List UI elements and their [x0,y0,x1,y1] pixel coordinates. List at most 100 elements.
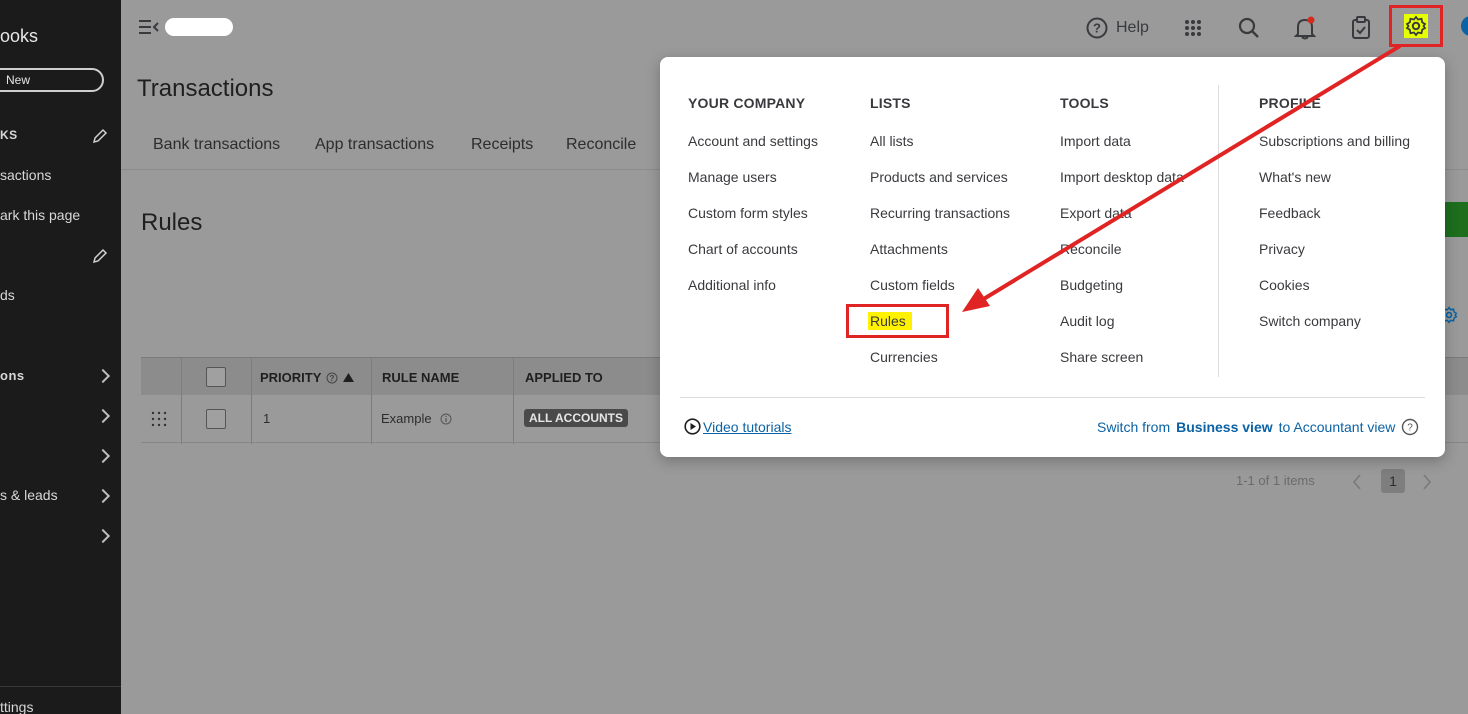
row-rule-name: Example [381,411,432,426]
svg-text:?: ? [1408,423,1414,434]
pencil-icon[interactable] [92,248,108,264]
sidebar-item-customers-leads[interactable]: s & leads [0,487,58,503]
company-name-redacted [165,18,233,36]
search-icon[interactable] [1235,14,1263,42]
section-title: Rules [141,209,203,236]
sidebar-item-dashboards[interactable]: ds [0,287,15,303]
info-icon: ? [326,372,338,383]
clipboard-icon[interactable] [1347,14,1375,42]
drag-handle-icon[interactable] [151,411,167,427]
menu-item-switch-company[interactable]: Switch company [1259,313,1410,349]
sidebar-item-settings[interactable]: ttings [0,686,121,714]
menu-item-recurring-transactions[interactable]: Recurring transactions [870,205,1010,241]
switch-business-view: Business view [1176,419,1273,435]
help-label: Help [1116,19,1149,36]
menu-item-attachments[interactable]: Attachments [870,241,1010,277]
column-header-priority[interactable]: PRIORITY ? [260,370,355,385]
menu-column-tools: TOOLS Import data Import desktop data Ex… [1060,95,1184,385]
pagination-text: 1-1 of 1 items [1236,473,1315,488]
sidebar-section-menu: ons [0,368,25,383]
new-button[interactable]: New [0,68,104,92]
svg-text:?: ? [330,374,335,383]
menu-item-reconcile[interactable]: Reconcile [1060,241,1184,277]
brand-name: ooks [0,26,39,46]
question-circle-icon: ? [1086,17,1108,39]
chevron-right-icon[interactable] [95,488,111,504]
tab-receipts[interactable]: Receipts [471,136,533,154]
menu-item-feedback[interactable]: Feedback [1259,205,1410,241]
notification-bell-icon[interactable] [1291,14,1319,42]
menu-item-cookies[interactable]: Cookies [1259,277,1410,313]
menu-collapse-icon[interactable] [139,19,159,35]
row-priority: 1 [263,411,271,426]
tab-app-transactions[interactable]: App transactions [315,136,434,154]
menu-item-products-services[interactable]: Products and services [870,169,1010,205]
row-rule-name-cell: Example [381,411,452,426]
left-sidebar: ooks New KS sactions ark this page ds on… [0,0,121,714]
menu-item-custom-form-styles[interactable]: Custom form styles [688,205,818,241]
menu-item-subscriptions-billing[interactable]: Subscriptions and billing [1259,133,1410,169]
row-checkbox[interactable] [206,409,226,429]
sort-ascending-icon[interactable] [343,373,355,382]
menu-item-account-settings[interactable]: Account and settings [688,133,818,169]
svg-text:?: ? [1093,21,1101,36]
menu-footer-divider [680,397,1425,398]
menu-item-budgeting[interactable]: Budgeting [1060,277,1184,313]
menu-item-audit-log[interactable]: Audit log [1060,313,1184,349]
column-header-applied-to[interactable]: APPLIED TO [525,370,603,385]
menu-item-all-lists[interactable]: All lists [870,133,1010,169]
switch-view-link[interactable]: Switch from Business view to Accountant … [1097,418,1419,436]
menu-column-lists: LISTS All lists Products and services Re… [868,95,1010,385]
avatar[interactable] [1461,16,1468,36]
menu-column-title: YOUR COMPANY [688,95,806,111]
gear-icon[interactable] [1405,15,1427,37]
tab-reconcile[interactable]: Reconcile [566,136,636,154]
chevron-right-icon[interactable] [95,448,111,464]
menu-item-privacy[interactable]: Privacy [1259,241,1410,277]
chevron-right-icon[interactable] [95,368,111,384]
menu-column-title: TOOLS [1060,95,1109,111]
menu-item-additional-info[interactable]: Additional info [688,277,818,313]
play-circle-icon [684,418,701,435]
chevron-right-icon[interactable] [95,528,111,544]
menu-column-title: LISTS [870,95,911,111]
menu-item-chart-of-accounts[interactable]: Chart of accounts [688,241,818,277]
help-button[interactable]: ? Help [1086,17,1149,39]
apps-grid-icon[interactable] [1179,14,1207,42]
menu-column-your-company: YOUR COMPANY Account and settings Manage… [688,95,818,313]
column-header-rule-name[interactable]: RULE NAME [382,370,459,385]
settings-gear-annotation-box [1389,5,1443,47]
chevron-right-icon[interactable] [95,408,111,424]
menu-column-profile: PROFILE Subscriptions and billing What's… [1259,95,1410,349]
current-page[interactable]: 1 [1381,469,1405,493]
menu-item-whats-new[interactable]: What's new [1259,169,1410,205]
menu-item-share-screen[interactable]: Share screen [1060,349,1184,385]
info-icon[interactable] [440,413,452,425]
switch-prefix: Switch from [1097,419,1171,435]
priority-header-label: PRIORITY [260,370,322,385]
previous-page-icon[interactable] [1352,474,1362,490]
menu-column-title: PROFILE [1259,95,1322,111]
sidebar-item-bookmark-page[interactable]: ark this page [0,207,80,223]
tab-bank-transactions[interactable]: Bank transactions [153,136,280,154]
switch-to-accountant: to Accountant view [1278,419,1396,435]
page-title: Transactions [137,75,274,102]
pencil-icon[interactable] [92,128,108,144]
video-tutorials-link[interactable]: Video tutorials [684,418,791,435]
menu-item-export-data[interactable]: Export data [1060,205,1184,241]
pagination-summary: 1-1 of 1 items [1236,473,1315,488]
rules-annotation-box [846,304,949,338]
question-circle-icon[interactable]: ? [1401,418,1419,436]
menu-item-import-data[interactable]: Import data [1060,133,1184,169]
menu-item-manage-users[interactable]: Manage users [688,169,818,205]
next-page-icon[interactable] [1422,474,1432,490]
sidebar-item-transactions[interactable]: sactions [0,167,51,183]
menu-item-import-desktop-data[interactable]: Import desktop data [1060,169,1184,205]
menu-item-currencies[interactable]: Currencies [870,349,1010,385]
sidebar-section-bookmarks: KS [0,128,18,142]
menu-divider [1218,85,1219,377]
video-tutorials-label: Video tutorials [703,418,792,435]
select-all-checkbox[interactable] [206,367,226,387]
applied-to-badge: ALL ACCOUNTS [524,409,628,427]
settings-menu: YOUR COMPANY Account and settings Manage… [660,57,1445,457]
